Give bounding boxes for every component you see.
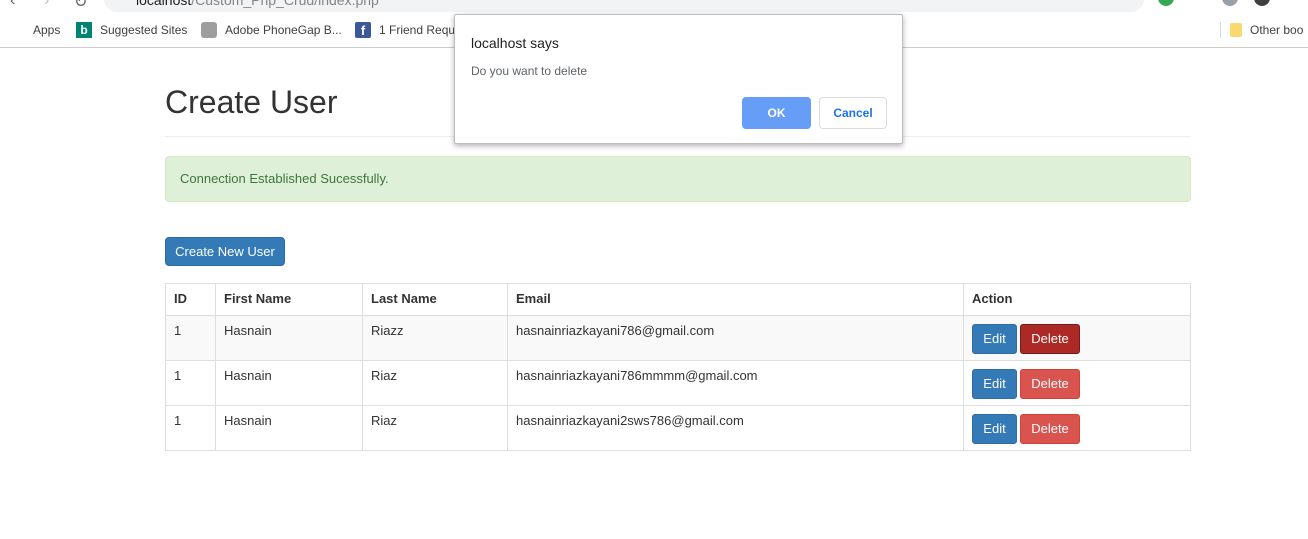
forward-icon[interactable]: › — [44, 0, 49, 10]
header-id: ID — [165, 283, 216, 316]
profile-avatar-icon[interactable] — [1254, 0, 1270, 6]
header-last-name: Last Name — [362, 283, 508, 316]
delete-button[interactable]: Delete — [1020, 369, 1080, 399]
ok-button[interactable]: OK — [742, 97, 811, 129]
bookmark-label: Other boo — [1250, 23, 1304, 37]
bookmarks-divider — [1220, 22, 1221, 38]
cell-email: hasnainriazkayani786mmmm@gmail.com — [507, 360, 964, 406]
cell-actions: Edit Delete — [963, 315, 1191, 361]
bookmark-facebook[interactable]: f 1 Friend Reque — [355, 22, 462, 38]
bookmark-phonegap[interactable]: Adobe PhoneGap B... — [201, 22, 342, 38]
facebook-icon: f — [355, 22, 371, 38]
back-icon[interactable]: ‹ — [10, 0, 15, 10]
bookmark-label: Suggested Sites — [100, 23, 188, 37]
cell-first-name: Hasnain — [215, 315, 363, 361]
cell-last-name: Riazz — [362, 315, 508, 361]
cell-email: hasnainriazkayani2sws786@gmail.com — [507, 405, 964, 451]
cancel-button[interactable]: Cancel — [819, 97, 887, 129]
cell-first-name: Hasnain — [215, 360, 363, 406]
bookmark-apps[interactable]: Apps — [9, 22, 60, 38]
success-alert: Connection Established Sucessfully. — [165, 156, 1191, 202]
table-row: 1 Hasnain Riaz hasnainriazkayani786mmmm@… — [165, 360, 1191, 406]
extension-icon[interactable] — [1222, 0, 1238, 6]
edit-button[interactable]: Edit — [972, 369, 1017, 399]
bookmark-label: Apps — [33, 23, 61, 37]
extension-icon[interactable] — [1158, 0, 1174, 6]
cell-id: 1 — [165, 360, 216, 406]
delete-button[interactable]: Delete — [1020, 414, 1080, 444]
create-new-user-button[interactable]: Create New User — [165, 237, 285, 266]
cell-id: 1 — [165, 315, 216, 361]
confirm-dialog: localhost says Do you want to delete OK … — [454, 14, 903, 144]
dialog-message: Do you want to delete — [471, 64, 588, 78]
phonegap-icon — [201, 22, 217, 38]
folder-icon — [1230, 23, 1242, 37]
bing-icon: b — [76, 22, 92, 38]
cell-last-name: Riaz — [362, 405, 508, 451]
cell-last-name: Riaz — [362, 360, 508, 406]
table-row: 1 Hasnain Riazz hasnainriazkayani786@gma… — [165, 315, 1191, 361]
bookmark-label: 1 Friend Reque — [379, 23, 462, 37]
dialog-title: localhost says — [471, 35, 559, 51]
cell-first-name: Hasnain — [215, 405, 363, 451]
cell-actions: Edit Delete — [963, 360, 1191, 406]
users-table: ID First Name Last Name Email Action 1 H… — [165, 283, 1191, 451]
url-text: localhost/Custom_Php_Crud/index.php — [136, 0, 379, 8]
bookmark-label: Adobe PhoneGap B... — [225, 23, 342, 37]
header-action: Action — [963, 283, 1191, 316]
apps-grid-icon — [9, 22, 25, 38]
cell-email: hasnainriazkayani786@gmail.com — [507, 315, 964, 361]
cell-id: 1 — [165, 405, 216, 451]
edit-button[interactable]: Edit — [972, 414, 1017, 444]
delete-button[interactable]: Delete — [1020, 324, 1080, 354]
bookmark-other[interactable]: Other boo — [1230, 22, 1303, 38]
toolbar: ‹ › ↻ localhost/Custom_Php_Crud/index.ph… — [0, 0, 1308, 12]
page-title: Create User — [165, 84, 338, 120]
header-email: Email — [507, 283, 964, 316]
reload-icon[interactable]: ↻ — [74, 0, 87, 12]
edit-button[interactable]: Edit — [972, 324, 1017, 354]
header-first-name: First Name — [215, 283, 363, 316]
table-header-row: ID First Name Last Name Email Action — [165, 283, 1191, 316]
table-row: 1 Hasnain Riaz hasnainriazkayani2sws786@… — [165, 405, 1191, 451]
cell-actions: Edit Delete — [963, 405, 1191, 451]
address-bar[interactable]: localhost/Custom_Php_Crud/index.php — [104, 0, 1144, 12]
bookmark-suggested-sites[interactable]: b Suggested Sites — [76, 22, 187, 38]
